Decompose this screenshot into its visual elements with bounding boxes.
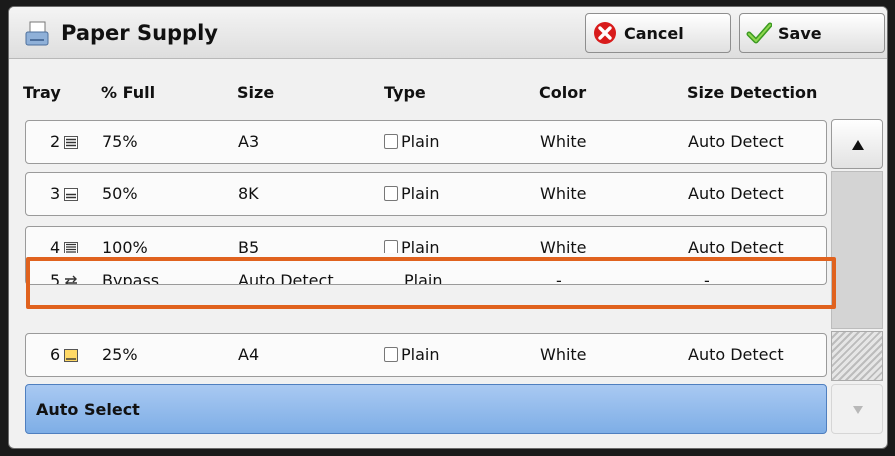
scroll-down-button[interactable] — [831, 384, 883, 434]
paper-type-label: Plain — [401, 184, 440, 203]
save-button[interactable]: Save — [739, 13, 885, 53]
paper-tray-icon — [25, 21, 49, 46]
paper-supply-dialog: Paper Supply Cancel Save Tray % Full Siz… — [8, 6, 888, 449]
size-detection: Auto Detect — [688, 132, 784, 151]
size-detection: Auto Detect — [688, 184, 784, 203]
tray-number: 2 — [50, 132, 61, 151]
tray-icon — [64, 349, 78, 362]
tray-icon — [64, 136, 78, 149]
scrollbar-track[interactable] — [831, 171, 883, 329]
percent-full: 75% — [102, 132, 138, 151]
table-row[interactable]: 3 50% 8K Plain White Auto Detect — [25, 172, 827, 216]
cancel-label: Cancel — [624, 23, 684, 43]
percent-full: 50% — [102, 184, 138, 203]
table-header: Tray % Full Size Type Color Size Detecti… — [9, 83, 887, 113]
column-header-size: Size — [237, 83, 275, 102]
paper-type-swatch — [384, 186, 398, 201]
tray-number: 3 — [50, 184, 61, 203]
paper-type-label: Plain — [401, 132, 440, 151]
paper-type-swatch — [384, 134, 398, 149]
paper-type: Plain — [384, 345, 439, 364]
column-header-color: Color — [539, 83, 587, 102]
percent-full: 25% — [102, 345, 138, 364]
title-bar: Paper Supply Cancel Save — [9, 7, 887, 59]
auto-select-label: Auto Select — [36, 400, 140, 419]
paper-size: A3 — [238, 132, 260, 151]
paper-size: A4 — [238, 345, 260, 364]
arrow-up-icon — [852, 140, 864, 150]
paper-type-label: Plain — [401, 345, 440, 364]
paper-color: White — [540, 132, 587, 151]
paper-size: 8K — [238, 184, 259, 203]
column-header-size-detection: Size Detection — [687, 83, 818, 102]
column-header-full: % Full — [101, 83, 156, 102]
column-header-tray: Tray — [23, 83, 61, 102]
arrow-down-icon — [853, 406, 863, 414]
column-header-type: Type — [384, 83, 426, 102]
paper-type: Plain — [384, 184, 439, 203]
paper-color: White — [540, 345, 587, 364]
scrollbar-thumb[interactable] — [831, 331, 883, 381]
size-detection: Auto Detect — [688, 345, 784, 364]
save-label: Save — [778, 23, 822, 43]
selection-highlight — [26, 257, 836, 309]
tray-icon — [64, 188, 78, 201]
tray-number: 6 — [50, 345, 61, 364]
page-title: Paper Supply — [61, 21, 218, 45]
cancel-button[interactable]: Cancel — [585, 13, 731, 53]
paper-type-swatch — [384, 347, 398, 362]
paper-type: Plain — [384, 132, 439, 151]
close-icon — [594, 22, 616, 44]
table-row[interactable]: 6 25% A4 Plain White Auto Detect — [25, 333, 827, 377]
checkmark-icon — [746, 22, 772, 44]
table-row[interactable]: 2 75% A3 Plain White Auto Detect — [25, 120, 827, 164]
auto-select-row[interactable]: Auto Select — [25, 384, 827, 434]
paper-color: White — [540, 184, 587, 203]
scroll-up-button[interactable] — [831, 119, 883, 169]
